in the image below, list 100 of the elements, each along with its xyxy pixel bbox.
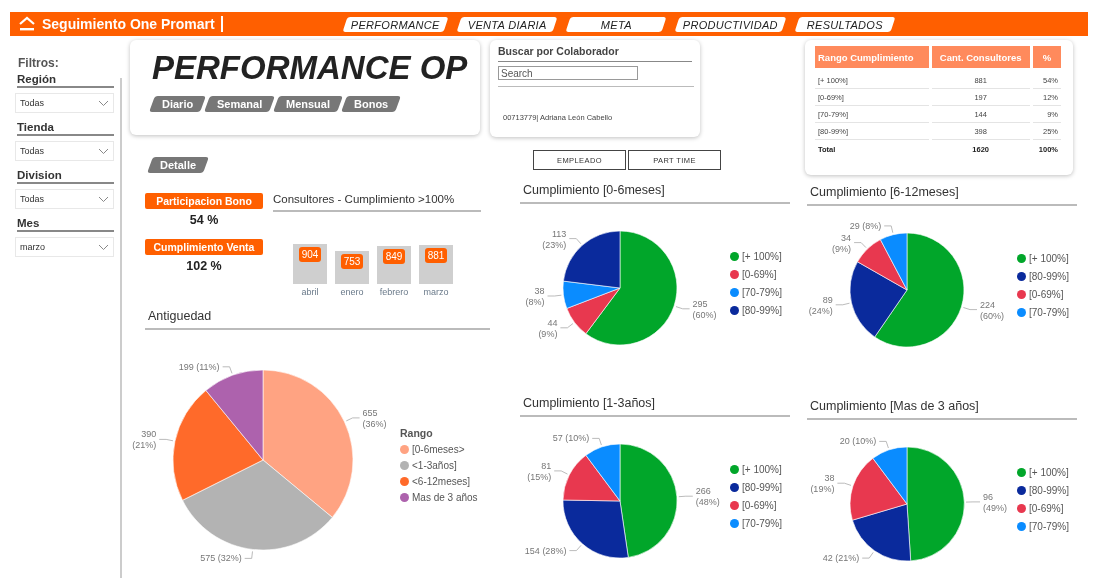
legend-label: [0-69%] <box>1029 502 1064 514</box>
chart-title: Antiguedad <box>145 309 490 330</box>
data-label: 81 (15%) <box>527 460 552 482</box>
leader-line <box>678 495 694 498</box>
kpi-label: Cumplimiento Venta <box>145 239 263 255</box>
leader-line <box>560 323 574 329</box>
legend-label: <1-3años] <box>412 460 457 471</box>
filter-label: Division <box>17 169 114 184</box>
data-label: 655 (36%) <box>362 407 387 429</box>
data-label: 38 (19%) <box>810 473 835 495</box>
filter-label: Región <box>17 73 114 88</box>
period-button[interactable]: Mensual <box>273 95 344 112</box>
search-field[interactable]: Search <box>498 66 638 80</box>
data-label: 113 (23%) <box>542 228 567 250</box>
data-label: 29 (8%) <box>849 220 882 231</box>
legend-label: [+ 100%] <box>1029 466 1069 478</box>
leader-line <box>244 551 253 559</box>
chevron-down-icon <box>98 99 109 107</box>
kpi-value: 54 % <box>188 213 220 227</box>
leader-line <box>878 441 889 449</box>
axis-label: febrero <box>378 287 410 297</box>
data-label: 904 <box>298 247 322 262</box>
search-title: Buscar por Colaborador <box>498 45 692 62</box>
data-label: 154 (28%) <box>524 545 567 556</box>
leader-line <box>861 552 874 559</box>
data-label: 42 (21%) <box>822 553 860 564</box>
data-label: 199 (11%) <box>178 361 220 372</box>
chart-title: Cumplimiento [0-6meses] <box>520 183 790 204</box>
chevron-down-icon <box>98 243 109 251</box>
filter-dropdown[interactable]: Todas <box>15 93 114 113</box>
chart-title: Consultores - Cumplimiento >100% <box>273 193 481 212</box>
data-label: 881 <box>424 248 448 263</box>
page-title: PERFORMANCE OP <box>152 48 469 88</box>
data-label: 753 <box>340 254 364 269</box>
nav-tab[interactable]: PRODUCTIVIDAD <box>674 16 786 32</box>
column-header: % <box>1032 46 1061 68</box>
app-title: Seguimiento One Promart <box>42 16 215 32</box>
detail-button[interactable]: Detalle <box>147 157 209 173</box>
data-label: 849 <box>382 249 406 264</box>
legend-label: [+ 100%] <box>1029 252 1069 264</box>
legend-label: [70-79%] <box>1029 306 1070 318</box>
chart-title: Cumplimiento [6-12meses] <box>807 185 1077 206</box>
filter-dropdown[interactable]: marzo <box>15 237 114 257</box>
data-label: 224 (60%) <box>980 299 1004 321</box>
axis-label: enero <box>339 287 365 297</box>
data-label: 575 (32%) <box>200 553 242 564</box>
period-button[interactable]: Semanal <box>204 95 276 112</box>
legend-label: [0-6meses> <box>412 444 465 455</box>
house-icon <box>18 16 36 32</box>
chart-title: Cumplimiento [Mas de 3 años] <box>807 399 1077 420</box>
filter-dropdown[interactable]: Todas <box>15 141 114 161</box>
data-label: 89 (24%) <box>808 294 833 316</box>
data-label: 295 (60%) <box>692 298 717 320</box>
filters-title: Filtros: <box>18 56 60 70</box>
nav-tab[interactable]: META <box>565 16 666 32</box>
leader-line <box>853 242 867 248</box>
leader-line <box>569 544 582 551</box>
chevron-down-icon <box>98 195 109 203</box>
filter-dropdown[interactable]: Todas <box>15 189 114 209</box>
leader-line <box>591 438 602 446</box>
legend-label: [0-69%] <box>742 499 777 511</box>
leader-line <box>883 225 894 234</box>
nav-tab[interactable]: PERFORMANCE <box>342 16 448 32</box>
leader-line <box>222 366 233 374</box>
leader-line <box>345 417 360 422</box>
period-button[interactable]: Diario <box>149 95 207 112</box>
legend-label: <6-12meses] <box>412 476 471 487</box>
leader-line <box>965 501 981 503</box>
nav-tab[interactable]: VENTA DIARIA <box>456 16 557 32</box>
legend-label: [0-69%] <box>1029 288 1064 300</box>
legend-label: [80-99%] <box>742 304 783 316</box>
leader-line <box>675 306 690 310</box>
legend-label: [80-99%] <box>1029 270 1070 282</box>
leader-line <box>547 294 562 297</box>
leader-line <box>835 302 850 306</box>
column-header: Cant. Consultores <box>931 46 1030 68</box>
data-label: 96 (49%) <box>983 491 1007 513</box>
nav-tab[interactable]: RESULTADOS <box>794 16 895 32</box>
legend-label: [0-69%] <box>742 268 777 280</box>
leader-line <box>568 238 582 245</box>
leader-line <box>158 439 174 442</box>
legend-label: [70-79%] <box>1029 520 1070 532</box>
legend-label: Mas de 3 años <box>412 492 478 503</box>
axis-label: abril <box>300 287 320 297</box>
legend-label: [70-79%] <box>742 286 783 298</box>
column-header: Rango Cumplimiento <box>815 46 929 68</box>
leader-line <box>837 482 852 486</box>
filter-label: Mes <box>17 217 114 232</box>
period-button[interactable]: Bonos <box>341 95 402 112</box>
filter-label: Tienda <box>17 121 114 136</box>
legend-title: Rango <box>400 427 434 439</box>
data-label: 266 (48%) <box>695 486 720 508</box>
legend-label: [80-99%] <box>1029 484 1070 496</box>
leader-line <box>963 307 978 310</box>
legend-label: [+ 100%] <box>742 250 782 262</box>
chart-title: Cumplimiento [1-3años] <box>520 396 790 417</box>
kpi-value: 102 % <box>185 259 223 273</box>
data-label: 38 (8%) <box>525 286 545 307</box>
data-label: 34 (9%) <box>832 232 852 254</box>
data-label: 44 (9%) <box>538 317 558 339</box>
